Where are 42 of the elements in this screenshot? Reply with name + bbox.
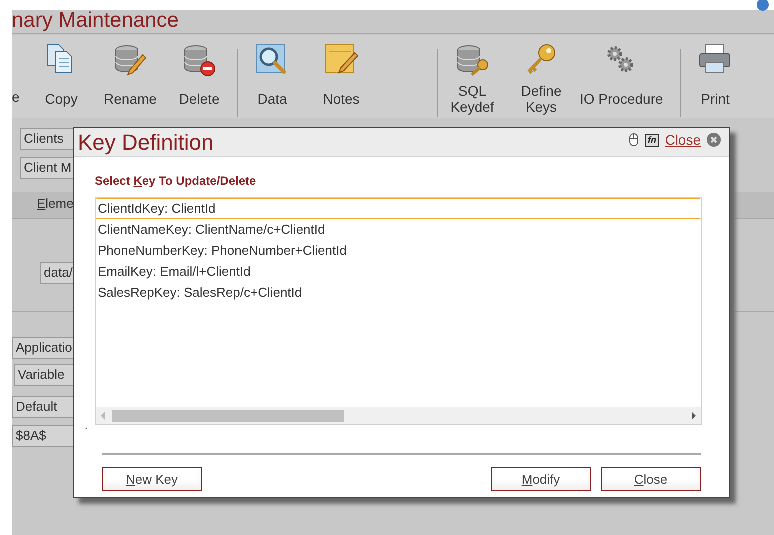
toolbar-button[interactable]: Delete (165, 35, 234, 117)
page-title: nary Maintenance (12, 9, 179, 33)
scroll-right-icon[interactable] (691, 412, 697, 420)
tab[interactable]: Eleme (37, 196, 74, 211)
toolbar-button[interactable]: Data (238, 35, 307, 117)
toolbar-button[interactable]: e (12, 35, 27, 117)
dialog-button[interactable]: Modify (491, 467, 591, 491)
toolbar-button[interactable]: Print (681, 35, 750, 117)
close-link[interactable]: Close (665, 132, 701, 148)
list-label: Select Key To Update/Delete (95, 174, 258, 188)
dialog-button[interactable]: Close (601, 467, 701, 491)
database-pencil-icon (112, 43, 148, 77)
toolbar-button[interactable]: IO Procedure (576, 35, 668, 117)
info-icon[interactable] (756, 0, 770, 12)
text-field[interactable]: Variable (14, 364, 74, 386)
text-field[interactable]: Applicatio (12, 337, 74, 359)
list-item[interactable]: EmailKey: Email/l+ClientId (96, 261, 701, 282)
horizontal-scrollbar[interactable] (96, 407, 701, 424)
toolbar-button[interactable]: Copy (27, 35, 96, 117)
dialog-button[interactable]: New Key (102, 467, 202, 491)
database-key-icon (454, 43, 490, 77)
text-field[interactable]: $8A$ (12, 425, 74, 447)
text-field[interactable]: Default (12, 396, 74, 418)
list-item[interactable]: PhoneNumberKey: PhoneNumber+ClientId (96, 240, 701, 261)
list-item[interactable]: ClientNameKey: ClientName/c+ClientId (96, 219, 701, 240)
text-field[interactable]: Clients (20, 128, 74, 150)
database-minus-icon (182, 43, 218, 77)
text-field[interactable]: data/ (40, 262, 74, 284)
list-item[interactable]: ClientIdKey: ClientId (96, 198, 701, 219)
dialog-title: Key Definition (78, 130, 215, 156)
mouse-icon[interactable] (629, 133, 640, 147)
toolbar-button[interactable]: Rename (96, 35, 165, 117)
toolbar-button[interactable]: SQL Keydef (438, 35, 507, 117)
list-item[interactable]: SalesRepKey: SalesRep/c+ClientId (96, 282, 701, 303)
key-list[interactable]: ClientIdKey: ClientId ClientNameKey: ClientName/c+ClientId PhoneNumberKey: PhoneNumber+ClientId EmailKey: Email/l+ClientId SalesRepKey: SalesRep/c+ClientId (95, 197, 702, 425)
text-field[interactable]: Client M (20, 157, 74, 179)
toolbar-button[interactable]: Define Keys (507, 35, 576, 117)
function-button[interactable]: fn (645, 134, 660, 146)
status-text: . (85, 421, 89, 433)
close-icon[interactable] (707, 133, 721, 147)
toolbar-button[interactable]: Notes (307, 35, 376, 117)
notepad-icon (324, 43, 360, 77)
